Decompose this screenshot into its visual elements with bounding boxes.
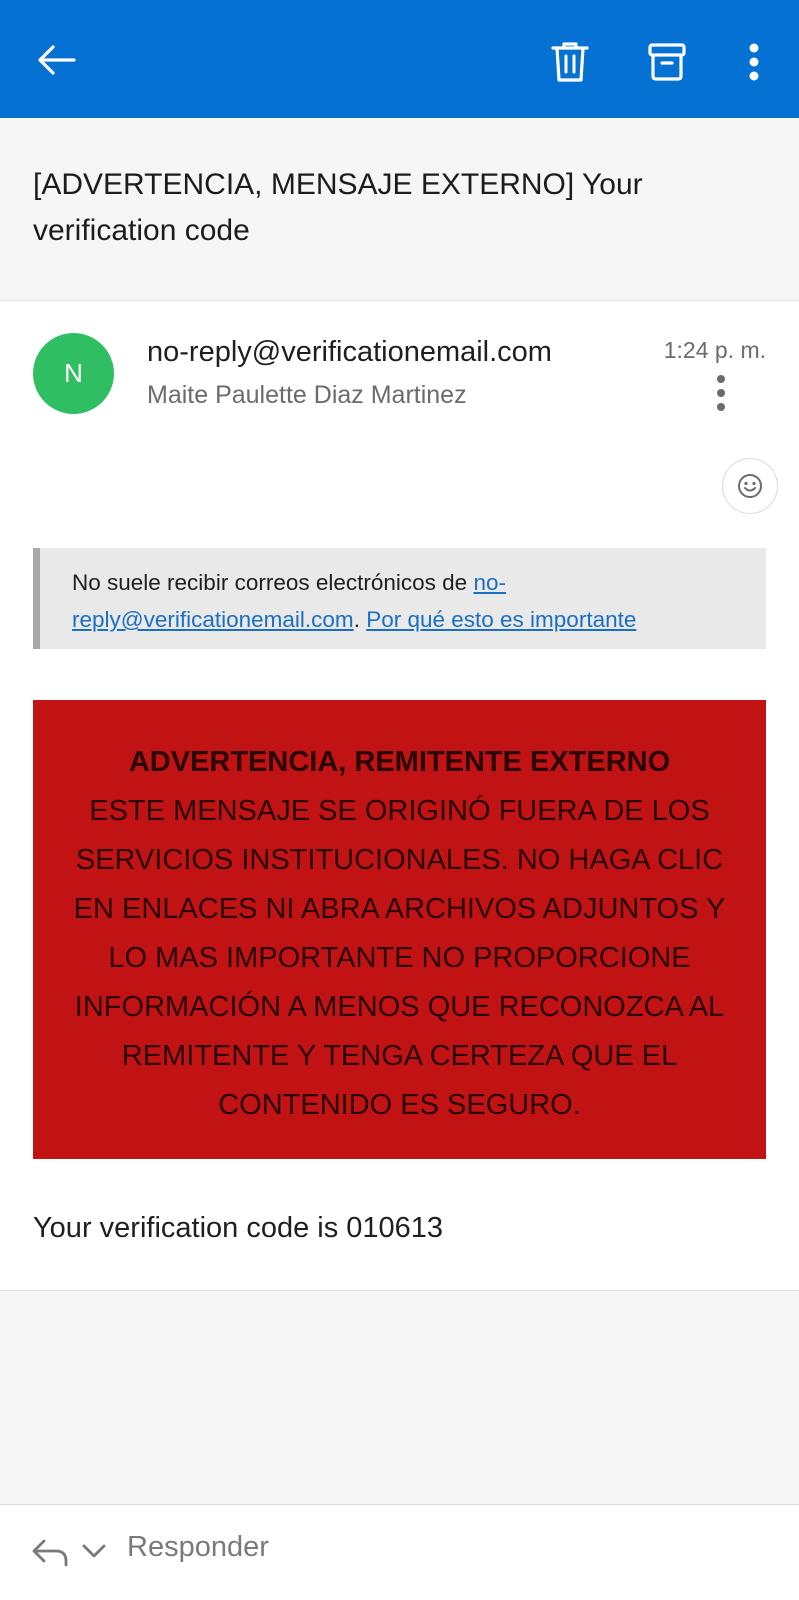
reply-icon[interactable] (30, 1535, 70, 1571)
archive-button[interactable] (641, 36, 693, 88)
notice-text: No suele recibir correos electrónicos de (72, 570, 474, 595)
reply-label[interactable]: Responder (127, 1531, 269, 1564)
sender-address[interactable]: no-reply@verificationemail.com (147, 336, 552, 369)
chevron-down-icon[interactable] (81, 1543, 107, 1559)
trash-icon (551, 42, 589, 82)
subject-area: [ADVERTENCIA, MENSAJE EXTERNO] Your veri… (0, 118, 799, 301)
arrow-left-icon (38, 45, 76, 75)
more-options-button[interactable] (728, 36, 780, 88)
back-button[interactable] (30, 34, 82, 86)
message-more-button[interactable] (706, 373, 736, 413)
more-vertical-icon (749, 43, 759, 81)
thread-background (0, 1290, 799, 1504)
warning-body: ESTE MENSAJE SE ORIGINÓ FUERA DE LOS SER… (73, 795, 726, 1121)
email-subject: [ADVERTENCIA, MENSAJE EXTERNO] Your veri… (33, 168, 643, 247)
smiley-icon (738, 474, 762, 498)
recipient-name[interactable]: Maite Paulette Diaz Martinez (147, 381, 467, 410)
message-body: Your verification code is 010613 (33, 1212, 444, 1244)
warning-title: ADVERTENCIA, REMITENTE EXTERNO (128, 746, 671, 778)
archive-icon (648, 43, 686, 81)
message-time: 1:24 p. m. (663, 337, 766, 363)
avatar[interactable]: N (33, 333, 114, 414)
notice-separator: . (353, 607, 367, 632)
why-important-link[interactable]: Por qué esto es importante (366, 607, 636, 632)
delete-button[interactable] (544, 36, 596, 88)
app-bar (0, 0, 799, 118)
more-vertical-icon (717, 375, 725, 411)
message-header: N no-reply@verificationemail.com Maite P… (0, 301, 799, 521)
sender-notice: No suele recibir correos electrónicos de… (33, 548, 766, 649)
reaction-button[interactable] (722, 458, 778, 514)
external-warning-banner: ADVERTENCIA, REMITENTE EXTERNO ESTE MENS… (33, 700, 766, 1159)
reply-bar[interactable]: Responder (0, 1504, 799, 1600)
